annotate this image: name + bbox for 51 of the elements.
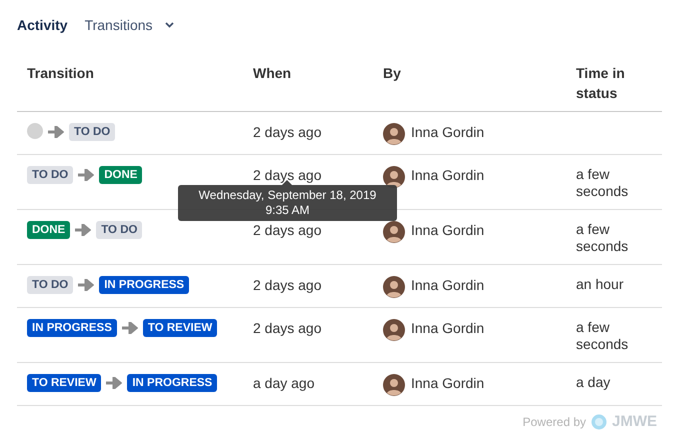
when-text: a day ago bbox=[253, 375, 314, 391]
time-in-status: a few seconds bbox=[576, 166, 630, 200]
status-lozenge: TO DO bbox=[96, 221, 142, 239]
when-text: 2 days ago bbox=[253, 222, 322, 238]
tooltip-text: Wednesday, September 18, 2019 bbox=[198, 188, 376, 203]
avatar-icon bbox=[383, 276, 405, 298]
time-in-status: a day bbox=[576, 374, 612, 391]
when-text: 2 days ago bbox=[253, 277, 322, 293]
avatar-icon bbox=[383, 123, 405, 145]
activity-title: Activity bbox=[17, 17, 68, 33]
powered-by-text: Powered by bbox=[522, 414, 586, 428]
user-name: Inna Gordin bbox=[411, 374, 484, 392]
column-header: When bbox=[253, 64, 292, 83]
user-name: Inna Gordin bbox=[411, 123, 484, 141]
user-name: Inna Gordin bbox=[411, 221, 484, 239]
arrow-icon bbox=[78, 279, 94, 291]
status-lozenge: TO DO bbox=[27, 276, 74, 294]
transitions-dropdown[interactable]: Transitions bbox=[80, 17, 178, 33]
arrow-icon bbox=[106, 377, 122, 389]
time-in-status: a few seconds bbox=[576, 221, 630, 255]
status-lozenge: IN PROGRESS bbox=[99, 276, 190, 294]
when-text: 2 days ago bbox=[253, 167, 322, 183]
arrow-icon bbox=[48, 126, 64, 138]
status-lozenge: TO DO bbox=[69, 123, 116, 141]
status-lozenge: TO DO bbox=[27, 166, 74, 184]
status-lozenge: DONE bbox=[27, 221, 70, 239]
status-lozenge: IN PROGRESS bbox=[27, 319, 117, 337]
user-name: Inna Gordin bbox=[411, 166, 484, 184]
status-lozenge: IN PROGRESS bbox=[127, 374, 218, 392]
when-text: 2 days ago bbox=[253, 124, 322, 140]
when-text: 2 days ago bbox=[253, 320, 322, 336]
user-name: Inna Gordin bbox=[411, 319, 484, 337]
column-header: Time in status bbox=[576, 64, 626, 103]
status-lozenge: DONE bbox=[99, 166, 142, 184]
arrow-icon bbox=[122, 322, 138, 334]
arrow-icon bbox=[75, 224, 92, 236]
avatar-icon bbox=[383, 374, 405, 396]
time-in-status: a few seconds bbox=[576, 319, 630, 353]
avatar-icon bbox=[383, 221, 405, 243]
status-lozenge: TO REVIEW bbox=[142, 319, 218, 337]
chevron-icon bbox=[164, 22, 174, 28]
brand-name: JMWE bbox=[612, 413, 657, 430]
avatar-icon bbox=[383, 319, 405, 341]
status-lozenge: TO REVIEW bbox=[27, 374, 102, 392]
user-name: Inna Gordin bbox=[411, 276, 484, 294]
arrow-icon bbox=[78, 169, 94, 181]
column-header: Transition bbox=[27, 64, 95, 83]
avatar-icon bbox=[383, 166, 405, 188]
tooltip-text: 9:35 AM bbox=[265, 203, 310, 218]
time-in-status: an hour bbox=[576, 276, 624, 293]
column-header: By bbox=[383, 64, 402, 83]
